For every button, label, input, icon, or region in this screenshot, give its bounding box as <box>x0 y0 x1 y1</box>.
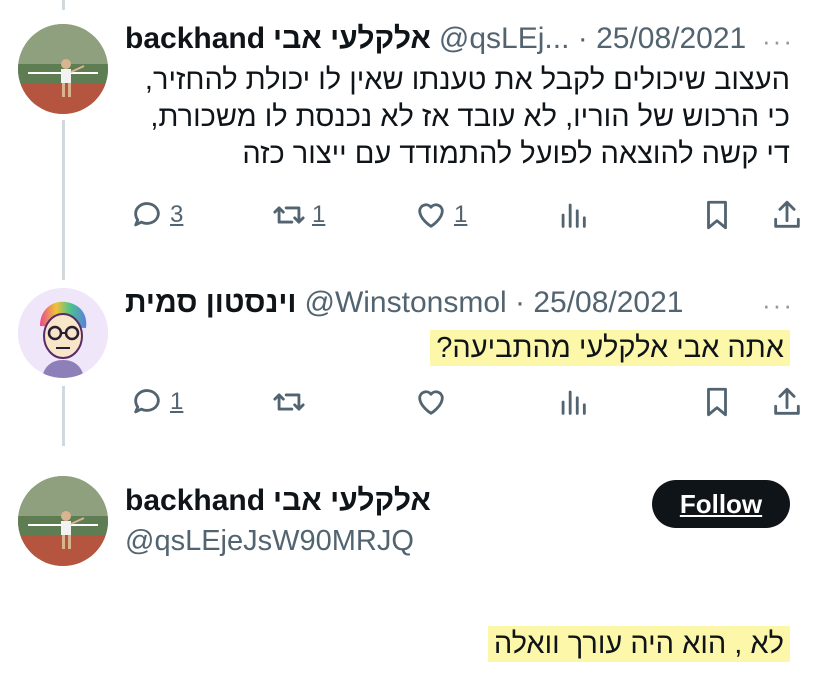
tweet1-line-1: העצוב שיכולים לקבל את טענתו שאין לו יכול… <box>144 64 790 96</box>
views-icon <box>561 390 586 415</box>
tweet2-highlighted-text: אתה אבי אלקלעי מהתביעה? <box>430 330 790 366</box>
tweet1-actions: 3 1 1 <box>0 198 820 238</box>
more-options-icon[interactable]: ··· <box>762 26 794 57</box>
heart-icon <box>418 390 444 415</box>
share-icon <box>774 387 800 415</box>
winston-avatar-drawing <box>18 288 108 378</box>
thread-line-top <box>62 0 65 10</box>
follow-button[interactable]: Follow <box>652 480 790 528</box>
tweet2-text: אתה אבי אלקלעי מהתביעה? <box>125 330 790 367</box>
display-name-hebrew[interactable]: אלקלעי אבי <box>273 22 431 56</box>
avatar-winston[interactable] <box>18 288 108 378</box>
share-button[interactable] <box>770 198 804 232</box>
main-text: לא , הוא היה עורך וואלה <box>125 626 790 663</box>
handle-and-date[interactable]: @Winstonsmol · 25/08/2021 <box>305 286 684 320</box>
reply-button[interactable]: 1 <box>130 385 183 419</box>
like-button[interactable] <box>414 385 448 419</box>
views-icon <box>561 203 586 228</box>
tweet1-line-3: די קשה להוצאה לפועל להתמודד עם ייצור כזה <box>242 138 790 170</box>
avatar-backhand[interactable] <box>18 24 108 114</box>
bookmark-button[interactable] <box>700 198 734 232</box>
main-handle[interactable]: @qsLEjeJsW90MRJQ <box>125 525 414 558</box>
handle-and-date[interactable]: @qsLEj... · 25/08/2021 <box>439 22 746 56</box>
display-name-hebrew[interactable]: אלקלעי אבי <box>273 484 431 518</box>
reply-icon <box>134 389 160 414</box>
tweet1-line-2: כי הרכוש של הוריו, לא עובד אז לא נכנסת ל… <box>150 101 790 133</box>
share-icon <box>774 200 800 228</box>
main-highlighted-text: לא , הוא היה עורך וואלה <box>487 626 790 662</box>
share-button[interactable] <box>770 385 804 419</box>
tweet1-header: backhand אלקלעי אבי @qsLEj... · 25/08/20… <box>125 22 746 56</box>
reply-count: 3 <box>170 201 184 228</box>
more-options-icon[interactable]: ··· <box>762 290 794 321</box>
bookmark-icon <box>707 387 727 417</box>
retweet-button[interactable] <box>272 385 306 419</box>
avatar-backhand-main[interactable] <box>18 476 108 566</box>
bookmark-button[interactable] <box>700 385 734 419</box>
display-name-latin[interactable]: backhand <box>125 22 265 56</box>
like-button[interactable]: 1 <box>414 198 467 232</box>
retweet-icon <box>273 393 305 411</box>
tennis-player-photo <box>18 24 108 114</box>
tweet2-header: וינסטון סמית @Winstonsmol · 25/08/2021 <box>125 286 683 320</box>
like-count: 1 <box>454 201 468 228</box>
main-header: backhand אלקלעי אבי <box>125 484 431 518</box>
tweet1-text: העצוב שיכולים לקבל את טענתו שאין לו יכול… <box>125 62 790 173</box>
bookmark-icon <box>707 200 727 230</box>
retweet-icon <box>273 206 305 224</box>
views-button[interactable] <box>556 198 590 232</box>
reply-count: 1 <box>170 388 184 415</box>
display-name-latin[interactable]: backhand <box>125 484 265 518</box>
retweet-button[interactable]: 1 <box>272 198 325 232</box>
tweet2-actions: 1 <box>0 385 820 425</box>
display-name-hebrew[interactable]: וינסטון סמית <box>125 286 297 320</box>
views-button[interactable] <box>556 385 590 419</box>
reply-button[interactable]: 3 <box>130 198 183 232</box>
tennis-player-photo <box>18 476 108 566</box>
retweet-count: 1 <box>312 201 326 228</box>
heart-icon <box>418 203 444 228</box>
reply-icon <box>134 202 160 227</box>
